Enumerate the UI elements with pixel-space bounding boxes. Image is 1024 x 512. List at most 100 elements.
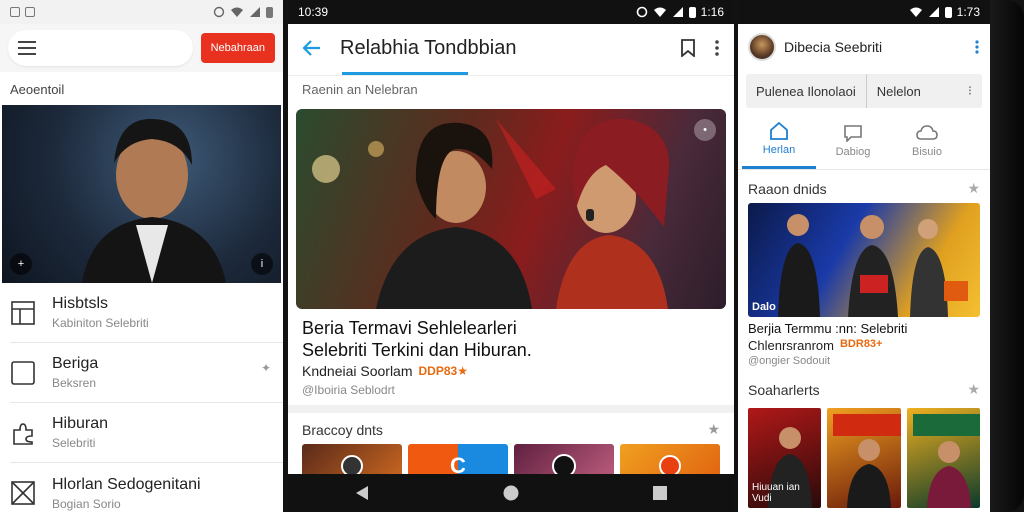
star-icon[interactable]: ★	[707, 421, 720, 438]
section-title: Soaharlerts	[748, 381, 820, 398]
gallery-icon	[25, 7, 35, 17]
battery-icon	[944, 6, 952, 18]
status-time: 1:73	[956, 5, 980, 19]
search-filter[interactable]: Pulenea Ilonolaoi	[746, 74, 867, 108]
celebrity-photo	[312, 118, 670, 309]
status-bar: 1:73	[738, 0, 990, 24]
thumbnail[interactable]: Hiuuan ian Vudi	[748, 408, 822, 508]
thumbnail-caption: Hiuuan ian Vudi	[752, 482, 800, 504]
article-meta: Chlenrsranrom BDR83+	[738, 336, 990, 353]
tab-label: Bisuio	[912, 145, 942, 158]
back-arrow-icon[interactable]	[302, 39, 322, 57]
thumbnail[interactable]	[906, 408, 980, 508]
battery-icon	[266, 6, 273, 18]
sync-icon	[213, 6, 225, 18]
list-item-subtitle: Kabiniton Selebriti	[52, 316, 149, 330]
avatar[interactable]	[748, 33, 776, 61]
list-item[interactable]: Beriga Beksren ✦	[10, 343, 283, 403]
system-nav-bar	[288, 474, 734, 512]
star-icon[interactable]: ★	[967, 180, 980, 197]
window-icon	[11, 300, 35, 325]
tab-herlan[interactable]: Herlan	[742, 112, 816, 169]
app-bar: Dibecia Seebriti	[738, 24, 990, 70]
person-photo	[833, 414, 901, 508]
more-vert-icon[interactable]	[714, 39, 720, 57]
nav-home-icon[interactable]	[502, 484, 520, 502]
options-icon[interactable]: ⁝	[968, 83, 982, 99]
more-vert-icon[interactable]	[974, 39, 980, 55]
info-icon[interactable]: i	[251, 253, 273, 275]
signal-icon	[250, 7, 260, 17]
share-icon[interactable]: +	[10, 253, 32, 275]
hero-image[interactable]: + i	[2, 105, 281, 283]
thumbnail[interactable]	[827, 408, 901, 508]
article-author: Chlenrsranrom	[748, 338, 834, 353]
star-icon[interactable]: ★	[967, 381, 980, 398]
list-item-subtitle: Bogian Sorio	[52, 496, 121, 511]
status-bar: 10:39 1:16	[288, 0, 734, 24]
status-time-right: 1:16	[700, 5, 724, 19]
person-photo	[912, 414, 980, 508]
status-bar	[0, 0, 283, 24]
battery-icon	[688, 6, 696, 18]
search-input[interactable]	[8, 30, 193, 66]
search-bar[interactable]: Pulenea Ilonolaoi Nelelon ⁝	[746, 74, 982, 108]
article-headline: Beria Termavi Sehlelearleri Selebriti Te…	[288, 309, 734, 361]
divider	[288, 405, 734, 413]
page-title: Dibecia Seebriti	[784, 39, 883, 55]
nav-recents-icon[interactable]	[653, 486, 668, 500]
device-frame	[990, 0, 1024, 512]
tab-dabiog[interactable]: Dabiog	[816, 112, 890, 169]
article-source[interactable]: @ongier Sodouit	[738, 353, 990, 367]
tab-label: Dabiog	[835, 145, 871, 158]
more-icon[interactable]: •	[694, 119, 716, 141]
rating-badge: BDR83+	[839, 338, 883, 350]
group-photo	[778, 214, 968, 317]
list-item[interactable]: Hisbtsls Kabiniton Selebriti	[10, 283, 283, 343]
wifi-icon	[653, 7, 666, 17]
bookmark-icon[interactable]	[680, 39, 696, 57]
image-x-icon	[11, 481, 35, 505]
list-item[interactable]: Hlorlan Sedogenitani Bogian Sorio	[10, 463, 283, 512]
list-item-title: Hisbtsls	[52, 295, 109, 312]
list-item-title: Hiburan	[52, 415, 109, 432]
tab-label: Herlan	[762, 144, 796, 156]
section-header: Raaon dnids ★	[738, 170, 990, 203]
page-title: Relabhia Tondbbian	[340, 36, 517, 59]
home-icon	[770, 122, 788, 140]
square-icon	[11, 360, 35, 385]
list-item-title: Beriga	[52, 355, 99, 372]
status-time: 10:39	[298, 5, 329, 19]
search-input[interactable]: Nelelon	[867, 74, 968, 108]
card-label: Dalo	[752, 301, 776, 313]
section-header: Braccoy dnts ★	[288, 413, 734, 444]
list-item-subtitle: Selebriti	[52, 436, 96, 450]
signal-icon	[672, 7, 683, 17]
section-header: Soaharlerts ★	[738, 367, 990, 404]
section-title: Raaon dnids	[748, 180, 827, 197]
featured-image[interactable]: Dalo	[748, 203, 980, 317]
screenshot-stage: Nebahraan Aeoentoil + i Hisbtsls Kabinito…	[0, 0, 1024, 512]
image-icon	[10, 7, 20, 17]
menu-icon[interactable]	[18, 41, 38, 55]
tab-bisuio[interactable]: Bisuio	[890, 112, 964, 169]
nav-back-icon[interactable]	[355, 485, 369, 501]
phone-right: 1:73 Dibecia Seebriti Pulenea Ilonolaoi …	[738, 0, 990, 512]
section-title: Braccoy dnts	[302, 421, 383, 438]
subheading: Raenin an Nelebran	[288, 75, 734, 103]
list-item[interactable]: Hiburan Selebriti	[10, 403, 283, 463]
headline-line1: Beria Termavi Sehlelearleri	[302, 318, 517, 338]
app-bar: Relabhia Tondbbian	[288, 24, 734, 72]
menu-list: Hisbtsls Kabiniton Selebriti Beriga Beksre…	[0, 283, 283, 512]
list-item-title: Hlorlan Sedogenitani	[52, 475, 201, 493]
signal-icon	[928, 7, 939, 17]
article-source[interactable]: @Iboiria Seblodrt	[288, 379, 734, 397]
action-button[interactable]: Nebahraan	[200, 33, 275, 63]
wifi-icon	[231, 7, 243, 17]
phone-middle: 10:39 1:16 Relabhia Tondbbian Raenin an …	[288, 0, 734, 512]
pin-icon[interactable]: ✦	[261, 361, 271, 375]
chat-icon	[844, 124, 862, 142]
rating-badge: DDP83★	[418, 364, 468, 378]
article-meta: Kndneiai Soorlam DDP83★	[288, 361, 734, 379]
featured-image[interactable]: •	[296, 109, 726, 309]
